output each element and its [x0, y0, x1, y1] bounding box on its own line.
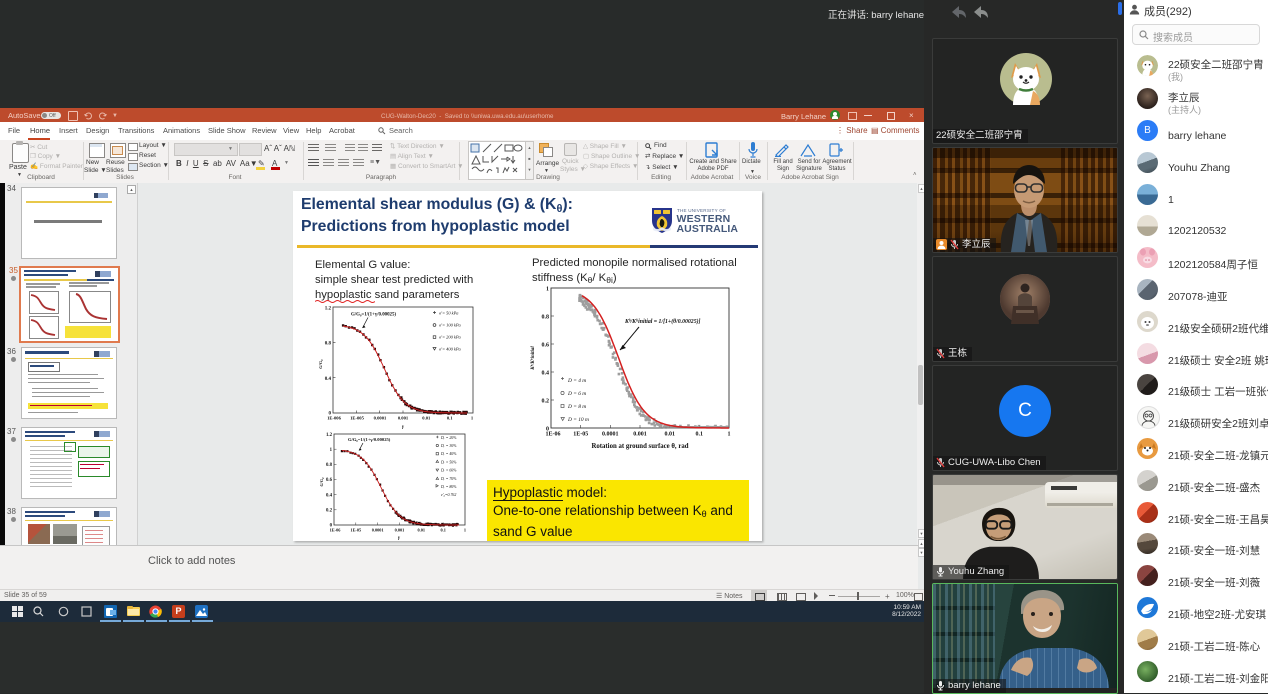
svg-text:G/G₀=1/(1+γ/0.00025): G/G₀=1/(1+γ/0.00025) — [348, 437, 391, 442]
svg-text:0.01: 0.01 — [664, 432, 675, 438]
svg-text:σ′= 400 kPa: σ′= 400 kPa — [439, 347, 462, 352]
svg-text:0.8: 0.8 — [325, 342, 332, 347]
svg-text:0.8: 0.8 — [542, 315, 550, 321]
svg-text:G/G₀=1/(1+γ/0.00025): G/G₀=1/(1+γ/0.00025) — [351, 313, 396, 318]
svg-text:Dᵣ = 70%: Dᵣ = 70% — [440, 477, 457, 481]
svg-text:0.0001: 0.0001 — [372, 528, 384, 533]
svg-text:1E-06: 1E-06 — [330, 528, 342, 533]
svg-text:1E-05: 1E-05 — [350, 528, 361, 533]
svg-text:0.001: 0.001 — [398, 416, 409, 421]
svg-text:σ′= 200 kPa: σ′= 200 kPa — [439, 335, 462, 340]
svg-text:0.6: 0.6 — [326, 478, 333, 483]
svg-text:1: 1 — [728, 432, 731, 438]
svg-text:0.01: 0.01 — [418, 528, 426, 533]
svg-text:D = 8 m: D = 8 m — [567, 404, 586, 410]
svg-text:1: 1 — [471, 416, 474, 421]
svg-text:1: 1 — [546, 287, 549, 293]
svg-text:0.001: 0.001 — [395, 528, 405, 533]
svg-text:0.1: 0.1 — [441, 528, 446, 533]
svg-text:Dᵣ = 60%: Dᵣ = 60% — [440, 469, 457, 473]
svg-text:Dᵣ = 30%: Dᵣ = 30% — [440, 444, 457, 448]
svg-text:σ′= 100 kPa: σ′= 100 kPa — [439, 323, 462, 328]
svg-text:1.2: 1.2 — [326, 433, 333, 438]
svg-text:γ: γ — [398, 536, 401, 541]
svg-text:Dᵣ = 80%: Dᵣ = 80% — [440, 485, 457, 489]
svg-text:0.0001: 0.0001 — [602, 432, 619, 438]
svg-text:Kᵇ/Kᵇ initial = 1/[1+(θ/0.0002: Kᵇ/Kᵇ initial = 1/[1+(θ/0.00025)] — [624, 318, 701, 325]
svg-text:0.001: 0.001 — [633, 432, 647, 438]
svg-text:0.4: 0.4 — [542, 371, 550, 377]
svg-text:Dᵣ = 40%: Dᵣ = 40% — [440, 452, 457, 456]
svg-text:0.4: 0.4 — [325, 377, 332, 382]
svg-text:Dᵣ = 50%: Dᵣ = 50% — [440, 460, 457, 464]
svg-text:0.4: 0.4 — [326, 493, 333, 498]
svg-text:0.2: 0.2 — [326, 509, 333, 514]
svg-text:1.2: 1.2 — [325, 307, 332, 312]
svg-text:D = 10 m: D = 10 m — [567, 417, 589, 423]
svg-text:Dᵣ = 20%: Dᵣ = 20% — [440, 436, 457, 440]
svg-text:Kᵇ/Kᵇ initial: Kᵇ/Kᵇ initial — [530, 346, 536, 371]
svg-text:1E-06: 1E-06 — [546, 432, 561, 438]
svg-text:σ′= 50 kPa: σ′= 50 kPa — [439, 311, 459, 316]
svg-text:e′₀=0.762: e′₀=0.762 — [441, 493, 456, 497]
svg-text:D = 4 m: D = 4 m — [567, 378, 586, 384]
svg-text:1E-005: 1E-005 — [350, 416, 364, 421]
svg-text:0.1: 0.1 — [447, 416, 453, 421]
svg-text:Rotation at ground surface θ,: Rotation at ground surface θ, rad — [591, 443, 688, 450]
svg-text:1: 1 — [464, 528, 466, 533]
svg-text:1E-006: 1E-006 — [327, 416, 341, 421]
svg-text:0.2: 0.2 — [542, 399, 550, 405]
svg-text:G/G₀: G/G₀ — [318, 359, 323, 369]
svg-text:0.8: 0.8 — [326, 463, 333, 468]
svg-text:0.01: 0.01 — [422, 416, 431, 421]
svg-text:1: 1 — [330, 448, 333, 453]
svg-text:D = 6 m: D = 6 m — [567, 391, 586, 397]
svg-text:0.0001: 0.0001 — [374, 416, 387, 421]
svg-text:0.6: 0.6 — [542, 343, 550, 349]
svg-text:1E-05: 1E-05 — [573, 432, 588, 438]
svg-text:G/G₀: G/G₀ — [319, 477, 324, 487]
svg-text:0.1: 0.1 — [696, 432, 704, 438]
